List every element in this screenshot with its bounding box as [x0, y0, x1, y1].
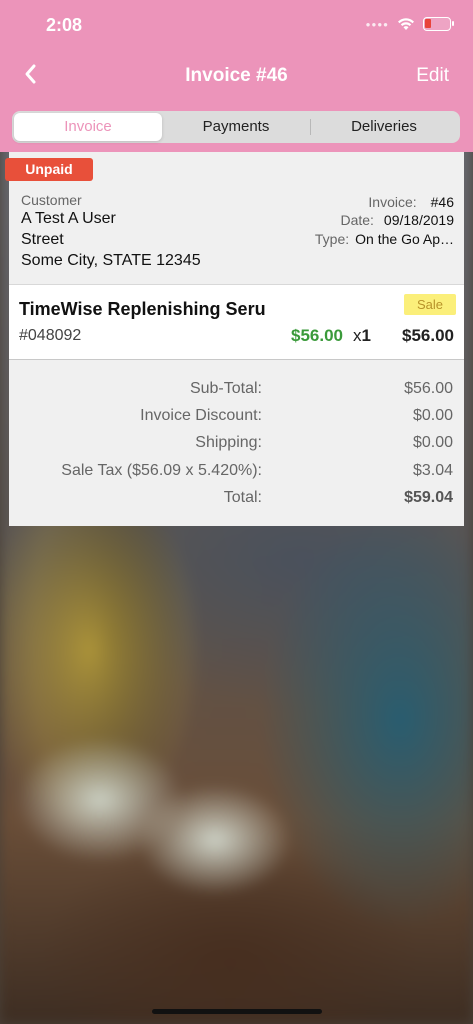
discount-value: $0.00: [412, 407, 453, 424]
sales-tax-value: $3.04: [412, 462, 453, 479]
customer-city: Some City, STATE 12345: [21, 252, 201, 269]
discount-label: Invoice Discount:: [140, 407, 262, 424]
status-badge: Unpaid: [5, 158, 93, 181]
home-indicator[interactable]: [152, 1009, 322, 1014]
quantity-value: 1: [361, 326, 371, 345]
shipping-label: Shipping:: [195, 434, 262, 451]
invoice-date-value: 09/18/2019: [383, 212, 454, 228]
total-label: Total:: [223, 489, 262, 506]
status-bar: 2:08 ●●●●: [0, 0, 473, 52]
shipping-value: $0.00: [412, 434, 453, 451]
tab-payments[interactable]: Payments: [162, 113, 310, 141]
invoice-card: Unpaid Customer A Test A User Street Som…: [5, 152, 464, 526]
line-total: $56.00: [402, 326, 454, 345]
navigation-bar: Invoice #46 Edit: [0, 52, 473, 102]
status-icons: ●●●●: [365, 17, 454, 31]
product-sku: #048092: [19, 327, 82, 344]
segment-bar: Invoice Payments Deliveries: [0, 102, 473, 152]
line-item[interactable]: TimeWise Replenishing Seru Sale #048092 …: [9, 284, 464, 360]
customer-name[interactable]: A Test A User: [21, 210, 116, 228]
invoice-number-row: Invoice: #46: [368, 194, 454, 210]
customer-street: Street: [21, 231, 64, 248]
invoice-header: Unpaid Customer A Test A User Street Som…: [5, 152, 464, 284]
invoice-type-label: Type:: [314, 231, 350, 247]
invoice-date-label: Date:: [340, 212, 374, 228]
invoice-date-row: Date: 09/18/2019: [340, 212, 454, 228]
customer-label: Customer: [21, 192, 82, 208]
product-quantity: x1: [353, 326, 371, 345]
battery-low-charging-icon: [423, 17, 454, 31]
subtotal-value: $56.00: [404, 380, 453, 397]
invoice-number-value: #46: [430, 194, 454, 210]
total-value: $59.04: [404, 489, 453, 506]
invoice-type-row: Type: On the Go Ap…: [315, 231, 454, 247]
status-time: 2:08: [46, 15, 83, 35]
tab-invoice[interactable]: Invoice: [14, 113, 162, 141]
product-name: TimeWise Replenishing Seru: [19, 299, 266, 319]
product-price: $56.00: [291, 326, 343, 345]
tab-deliveries[interactable]: Deliveries: [310, 113, 458, 141]
edit-button[interactable]: Edit: [416, 65, 449, 87]
invoice-type-value: On the Go Ap…: [355, 231, 454, 247]
subtotal-label: Sub-Total:: [189, 380, 262, 397]
segmented-control: Invoice Payments Deliveries: [12, 111, 460, 143]
wifi-icon: [398, 18, 414, 30]
totals-section: Sub-Total: $56.00 Invoice Discount: $0.0…: [9, 360, 464, 526]
sale-badge: Sale: [404, 294, 456, 315]
page-title: Invoice #46: [185, 65, 288, 86]
signal-dots-icon: ●●●●: [365, 19, 389, 29]
sales-tax-label: Sale Tax ($56.09 x 5.420%):: [61, 462, 262, 479]
invoice-number-label: Invoice:: [368, 194, 417, 210]
